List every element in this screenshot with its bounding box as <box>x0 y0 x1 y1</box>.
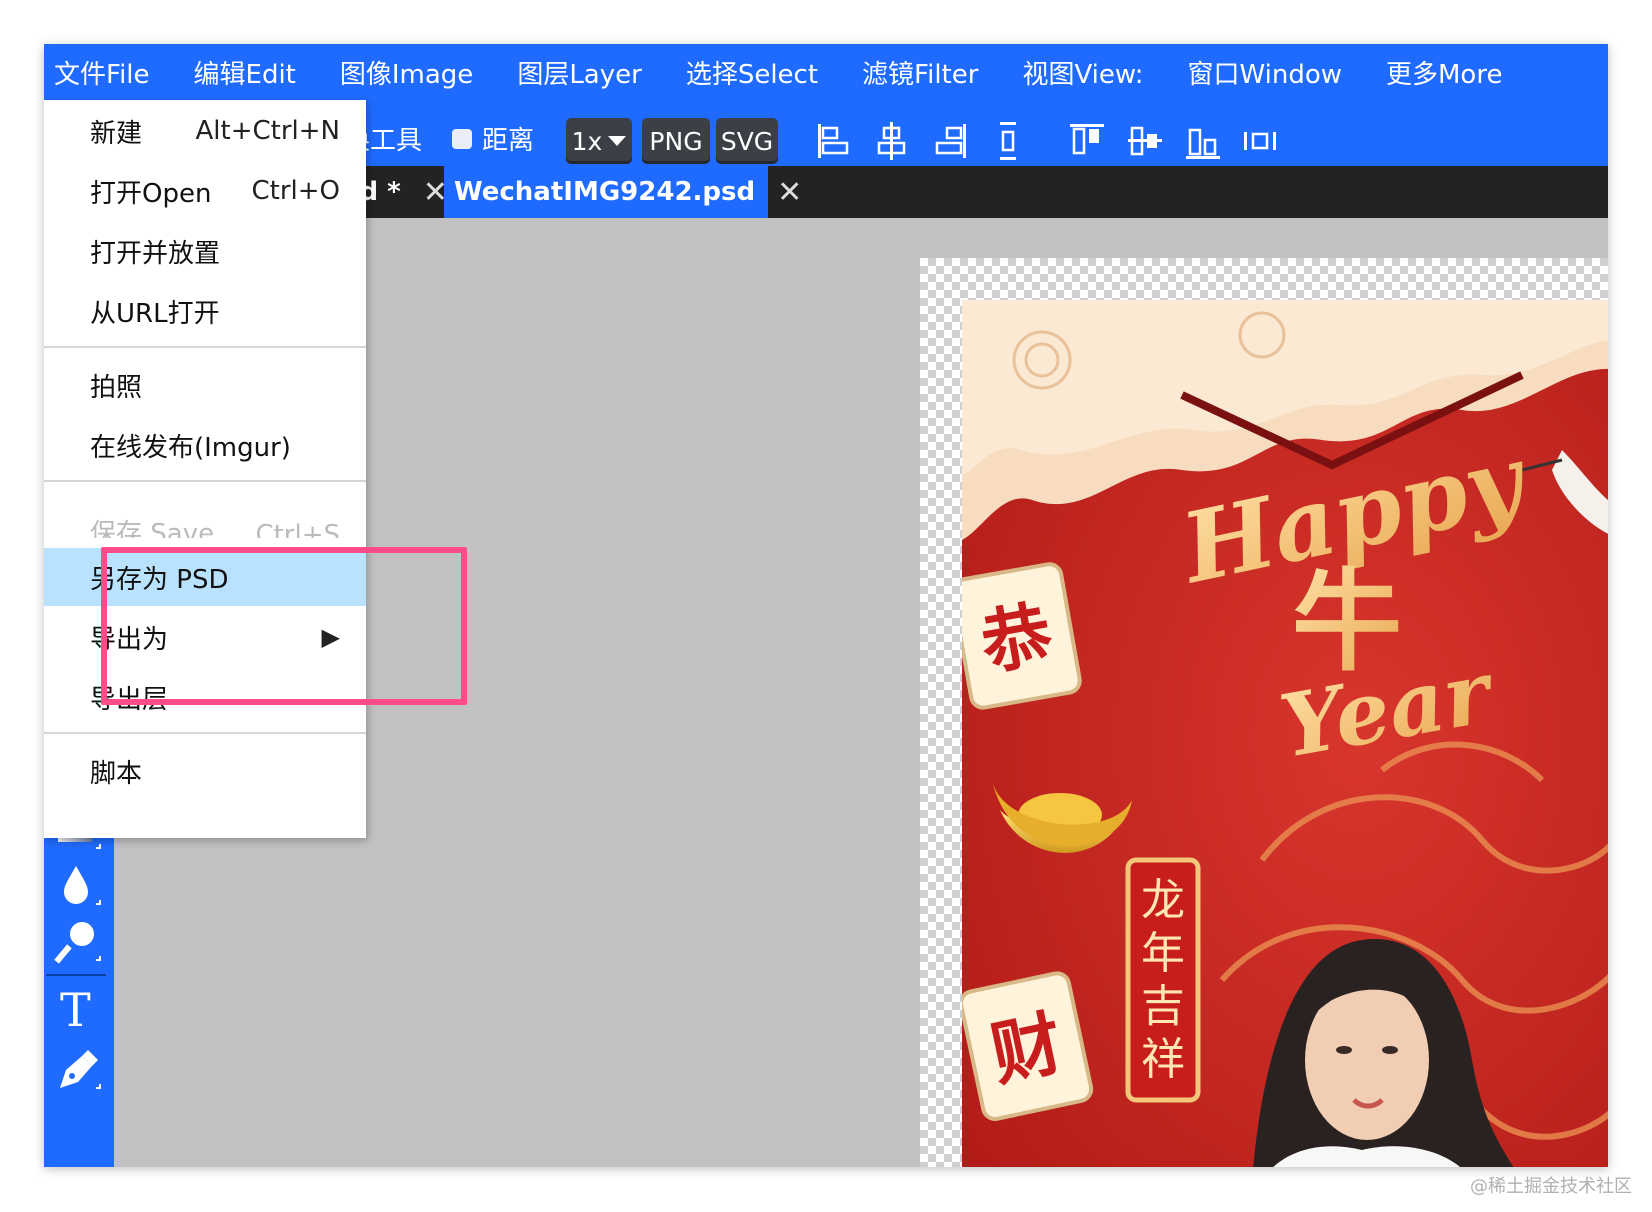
menu-item-label: 新建 <box>90 118 143 149</box>
menu-separator <box>44 732 366 734</box>
poster-image[interactable]: Happy 牛 Year 恭 财 龙 年 吉 祥 <box>962 300 1608 1167</box>
menu-select[interactable]: 选择Select <box>676 54 838 91</box>
menu-item-open-place[interactable]: 打开并放置 <box>44 222 366 280</box>
menu-item-save: 保存 Save Ctrl+S <box>44 492 366 538</box>
menu-item-publish-imgur[interactable]: 在线发布(Imgur) <box>44 416 366 474</box>
menu-item-label: 打开Open <box>90 178 212 209</box>
menu-item-shortcut: Ctrl+O <box>251 176 340 206</box>
menu-file[interactable]: 文件File <box>44 54 170 91</box>
menu-item-label: 打开并放置 <box>90 238 221 269</box>
tool-divider <box>46 974 106 976</box>
distance-toggle[interactable]: 距离 <box>452 120 534 157</box>
menu-item-open[interactable]: 打开Open Ctrl+O <box>44 162 366 220</box>
distribute-horizontal-icon[interactable] <box>1240 118 1280 164</box>
align-center-h-icon[interactable] <box>872 118 912 164</box>
zoom-value: 1x <box>571 126 603 156</box>
align-top-icon[interactable] <box>1066 118 1106 164</box>
menu-bar: 文件File 编辑Edit 图像Image 图层Layer 选择Select 滤… <box>44 44 1608 100</box>
menu-separator <box>44 346 366 348</box>
tab-label: WechatIMG9242.psd <box>454 177 756 207</box>
distance-checkbox[interactable] <box>452 128 472 149</box>
chevron-down-icon <box>608 136 627 146</box>
scroll-char-1: 龙 <box>1141 875 1185 926</box>
menu-item-label: 拍照 <box>90 372 143 403</box>
menu-layer[interactable]: 图层Layer <box>507 54 662 91</box>
menu-item-open-url[interactable]: 从URL打开 <box>44 282 366 340</box>
app-window: 文件File 编辑Edit 图像Image 图层Layer 选择Select 滤… <box>44 44 1608 1167</box>
menu-item-shortcut: Alt+Ctrl+N <box>195 116 341 146</box>
scroll-char-2: 年 <box>1141 928 1185 979</box>
menu-window[interactable]: 窗口Window <box>1177 54 1362 91</box>
menu-view[interactable]: 视图View: <box>1012 54 1163 91</box>
export-svg-button[interactable]: SVG <box>716 118 778 164</box>
tools-panel: T <box>44 804 114 1167</box>
align-middle-icon[interactable] <box>1124 118 1164 164</box>
file-menu-dropdown: 新建 Alt+Ctrl+N 打开Open Ctrl+O 打开并放置 从URL打开… <box>44 100 366 838</box>
distance-label: 距离 <box>482 126 535 156</box>
menu-image[interactable]: 图像Image <box>330 54 493 91</box>
export-png-button[interactable]: PNG <box>642 118 710 164</box>
menu-item-label: 在线发布(Imgur) <box>90 432 291 463</box>
align-bottom-icon[interactable] <box>1182 118 1222 164</box>
menu-filter[interactable]: 滤镜Filter <box>852 54 998 91</box>
annotation-highlight-box <box>101 547 467 705</box>
distribute-vertical-icon[interactable] <box>988 118 1028 164</box>
pen-tool-icon[interactable] <box>52 1044 104 1096</box>
scroll-char-3: 吉 <box>1141 981 1185 1032</box>
tab-document-active[interactable]: WechatIMG9242.psd ✕ <box>444 166 802 218</box>
menu-separator <box>44 480 366 482</box>
menu-item-label: 脚本 <box>90 758 143 789</box>
menu-item-new[interactable]: 新建 Alt+Ctrl+N <box>44 102 366 160</box>
svg-text:T: T <box>60 983 91 1034</box>
menu-item-label: 从URL打开 <box>90 298 220 329</box>
menu-edit[interactable]: 编辑Edit <box>184 54 316 91</box>
blur-tool-icon[interactable] <box>52 860 104 912</box>
menu-item-take-photo[interactable]: 拍照 <box>44 356 366 414</box>
menu-item-label: 保存 Save <box>90 519 215 538</box>
menu-item-script[interactable]: 脚本 <box>44 742 366 800</box>
align-right-icon[interactable] <box>930 118 970 164</box>
text-tool-icon[interactable]: T <box>52 982 104 1037</box>
menu-item-shortcut: Ctrl+S <box>255 520 340 538</box>
watermark: @稀土掘金技术社区 <box>1470 1176 1632 1197</box>
menu-more[interactable]: 更多More <box>1376 54 1522 91</box>
align-left-icon[interactable] <box>814 118 854 164</box>
dodge-tool-icon[interactable] <box>52 916 104 968</box>
scroll-char-4: 祥 <box>1141 1034 1185 1085</box>
tile-top-char: 恭 <box>974 592 1058 685</box>
zoom-select[interactable]: 1x <box>566 118 632 164</box>
close-icon[interactable]: ✕ <box>777 175 802 210</box>
